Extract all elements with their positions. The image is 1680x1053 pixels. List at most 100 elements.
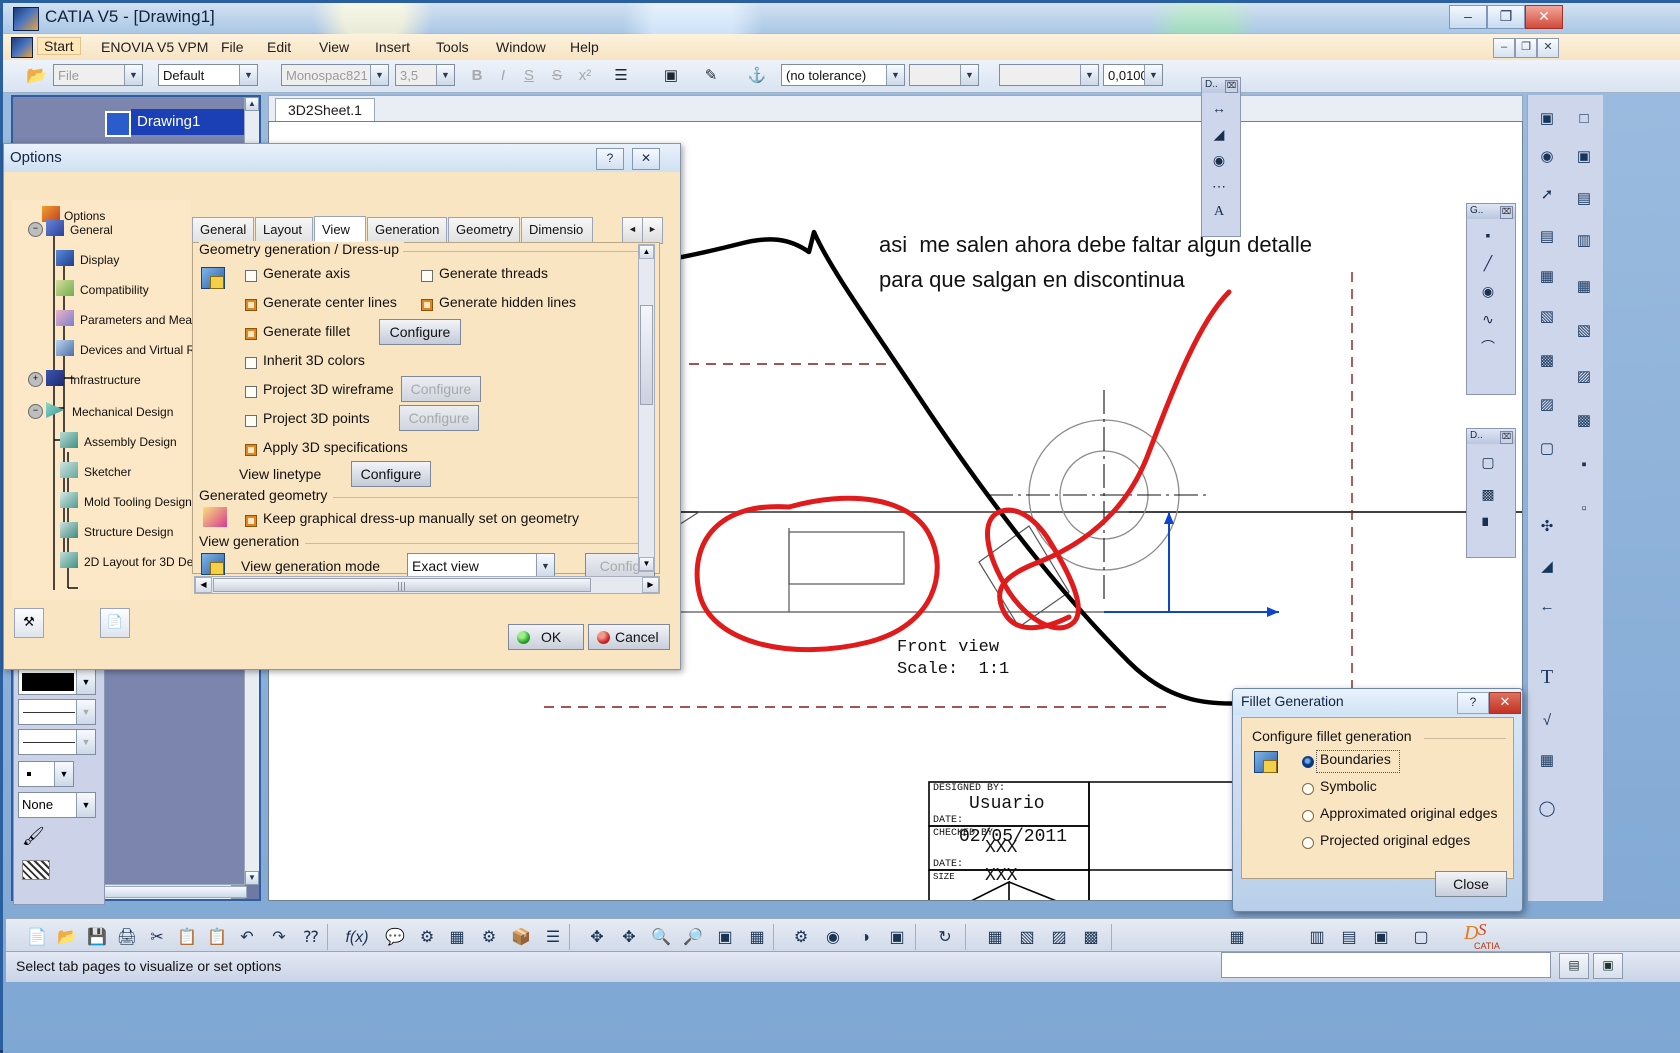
update-icon[interactable]: ↻ xyxy=(931,924,959,952)
radio-boundaries[interactable] xyxy=(1302,756,1314,768)
chamfer-dimension-icon[interactable]: ◢ xyxy=(1206,121,1232,147)
print-icon[interactable]: 🖨 xyxy=(113,924,141,952)
tab-dimension[interactable]: Dimensio xyxy=(521,217,593,242)
reset-to-defaults-button[interactable]: ⚒ xyxy=(14,608,44,638)
tolerance-class-combo[interactable]: ▼ xyxy=(909,64,979,86)
options-category-tree[interactable]: Options − General Display Compatibility … xyxy=(12,200,199,600)
strikethrough-button[interactable]: S xyxy=(545,64,569,88)
text-tool-icon[interactable]: T xyxy=(1533,663,1561,691)
hatch-pattern-icon[interactable] xyxy=(22,860,50,880)
precision-combo[interactable]: 0,0100 ▼ xyxy=(1103,64,1163,86)
scroll-up-icon[interactable]: ▲ xyxy=(245,97,259,111)
text-properties-icon[interactable]: ✎ xyxy=(699,64,723,88)
thread-dimension-icon[interactable]: ◉ xyxy=(1206,147,1232,173)
document-menu-icon[interactable] xyxy=(11,37,33,58)
dot-pattern-icon[interactable]: ▘ xyxy=(1475,513,1501,539)
close-icon[interactable]: ⌧ xyxy=(1225,80,1238,93)
dimension-style-combo[interactable]: ▼ xyxy=(999,64,1099,86)
chevron-down-icon[interactable]: ▼ xyxy=(886,65,904,85)
options-close-button[interactable]: ✕ xyxy=(632,148,660,170)
font-combo[interactable]: Monospac821 ▼ xyxy=(281,64,389,86)
unfolded-view-icon[interactable]: ▤ xyxy=(1570,185,1598,213)
arrow-pattern-icon[interactable]: ▩ xyxy=(1475,481,1501,507)
detail-callout-icon[interactable]: ▨ xyxy=(1570,363,1598,391)
options-panel-hscroll-thumb[interactable] xyxy=(213,578,591,592)
style-combo[interactable]: Default ▼ xyxy=(158,64,258,86)
cancel-button[interactable]: Cancel xyxy=(588,624,670,650)
area-fill-icon[interactable]: ▢ xyxy=(1475,449,1501,475)
checkbox-inherit-3d-colors[interactable] xyxy=(245,357,257,369)
tolerance-combo[interactable]: (no tolerance) ▼ xyxy=(781,64,905,86)
tab-scroll-right-button[interactable]: ► xyxy=(642,217,663,244)
aligned-section-icon[interactable]: ▧ xyxy=(1570,317,1598,345)
menu-item-insert[interactable]: Insert xyxy=(369,38,416,56)
quick-detail-icon[interactable]: ▩ xyxy=(1570,407,1598,435)
new-sheet-icon[interactable]: ▧ xyxy=(1013,924,1041,952)
menu-item-help[interactable]: Help xyxy=(564,38,605,56)
chevron-down-icon[interactable]: ▼ xyxy=(239,65,257,85)
new-detail-sheet-icon[interactable]: ▨ xyxy=(1045,924,1073,952)
radio-symbolic[interactable] xyxy=(1302,783,1314,795)
tab-layout[interactable]: Layout xyxy=(255,217,313,242)
menu-item-file[interactable]: File xyxy=(215,38,250,56)
zoom-in-icon[interactable]: 🔍 xyxy=(647,924,675,952)
copy-icon[interactable]: 📋 xyxy=(173,924,201,952)
coordinate-dimension-icon[interactable]: ⋯ xyxy=(1206,173,1232,199)
shading-icon[interactable]: ◉ xyxy=(819,924,847,952)
pan-icon[interactable]: ✥ xyxy=(615,924,643,952)
paintbrush-icon[interactable]: 🖌 xyxy=(22,826,45,847)
whats-this-icon[interactable]: ⁇ xyxy=(297,924,325,952)
menu-item-edit[interactable]: Edit xyxy=(261,38,297,56)
tree-expander-general[interactable]: − xyxy=(28,222,43,237)
options-tree-item-options[interactable]: Options xyxy=(64,209,105,223)
tab-view[interactable]: View xyxy=(314,216,366,242)
text-annotation-icon[interactable]: A xyxy=(1206,199,1232,225)
view-from-3d-icon[interactable]: ▥ xyxy=(1570,227,1598,255)
formula-icon[interactable]: f(x) xyxy=(343,924,371,952)
grid-icon[interactable]: ▦ xyxy=(443,924,471,952)
fillet-help-button[interactable]: ? xyxy=(1457,692,1489,714)
save-icon[interactable]: 💾 xyxy=(83,924,111,952)
document-restore-button[interactable]: ❐ xyxy=(1515,38,1537,58)
checkbox-keep-dressup[interactable] xyxy=(245,515,257,527)
align-text-icon[interactable]: ☰ xyxy=(609,64,633,88)
dimension-icon[interactable]: ↔ xyxy=(1206,95,1232,121)
scroll-down-icon[interactable]: ▼ xyxy=(245,871,259,885)
detail-icon[interactable]: ▤ xyxy=(1533,223,1561,251)
chevron-down-icon[interactable]: ▼ xyxy=(76,793,95,817)
document-tab-3d2sheet[interactable]: 3D2Sheet.1 xyxy=(275,98,375,123)
measure-icon[interactable]: ⚙ xyxy=(413,924,441,952)
options-tree-item-general[interactable]: General xyxy=(70,223,113,237)
menu-item-view[interactable]: View xyxy=(313,38,355,56)
point-icon[interactable]: ▪ xyxy=(1475,222,1501,248)
configure-fillet-button[interactable]: Configure xyxy=(379,319,461,345)
window-minimize-button[interactable]: – xyxy=(1449,5,1487,29)
break-view-icon[interactable]: ▦ xyxy=(1533,263,1561,291)
radio-projected-original-edges[interactable] xyxy=(1302,837,1314,849)
chevron-down-icon[interactable]: ▼ xyxy=(124,65,142,85)
options-panel-vscrollbar[interactable]: ▲ ▼ xyxy=(638,244,655,572)
section-view-icon[interactable]: ▩ xyxy=(1533,347,1561,375)
options-summary-button[interactable]: 📄 xyxy=(100,608,130,638)
checkbox-apply-3d-specifications[interactable] xyxy=(245,444,257,456)
scroll-left-icon[interactable]: ◀ xyxy=(195,577,212,593)
spline-icon[interactable]: ∿ xyxy=(1475,306,1501,332)
menu-item-window[interactable]: Window xyxy=(490,38,552,56)
tree-expander-infrastructure[interactable]: + xyxy=(28,372,43,387)
open-folder-icon[interactable]: 📂 xyxy=(25,64,49,88)
checkbox-generate-fillet[interactable] xyxy=(245,328,257,340)
sheet-background-icon[interactable]: ▦ xyxy=(1223,924,1251,952)
swap-visible-icon[interactable]: ▣ xyxy=(883,924,911,952)
new-document-icon[interactable]: 📄 xyxy=(23,924,51,952)
scroll-right-icon[interactable]: ▶ xyxy=(642,577,659,593)
fillet-close-button[interactable]: Close xyxy=(1435,871,1507,897)
fill-combo[interactable]: None ▼ xyxy=(18,792,96,818)
hide-show-icon[interactable]: ◑ xyxy=(851,924,879,952)
cut-icon[interactable]: ✂ xyxy=(143,924,171,952)
create-multiview-icon[interactable]: ▦ xyxy=(743,924,771,952)
clipping-icon[interactable]: ▧ xyxy=(1533,303,1561,331)
redo-icon[interactable]: ↷ xyxy=(265,924,293,952)
line-weight-combo[interactable]: ▼ xyxy=(18,699,96,725)
menu-item-enovia[interactable]: ENOVIA V5 VPM xyxy=(95,38,214,56)
options-tree-item-devices[interactable]: Devices and Virtual R xyxy=(80,343,195,357)
